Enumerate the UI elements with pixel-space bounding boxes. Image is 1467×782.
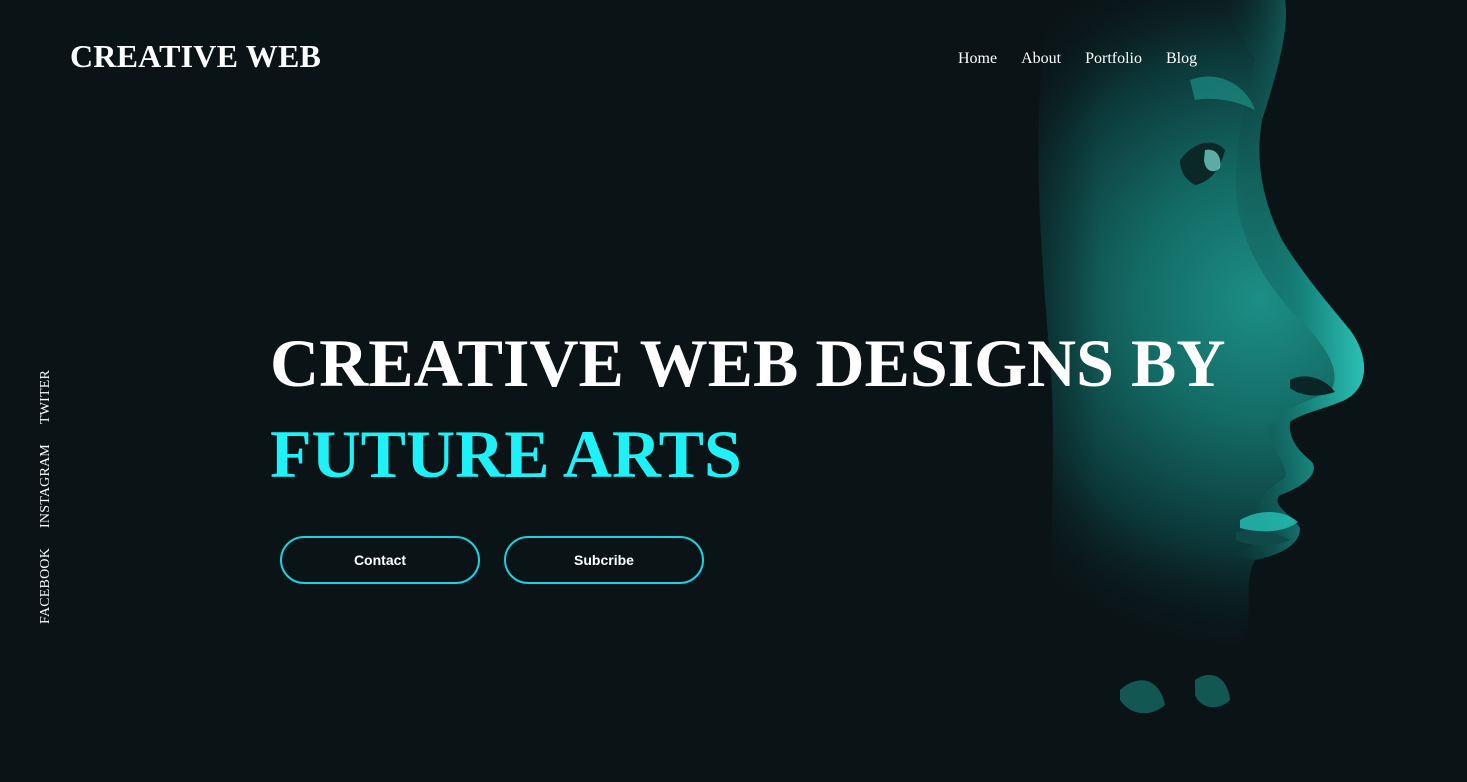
social-links: FACEBOOK INSTAGRAM TWITER xyxy=(34,370,58,624)
social-links-row: FACEBOOK INSTAGRAM TWITER xyxy=(34,370,58,624)
nav-item-portfolio[interactable]: Portfolio xyxy=(1073,47,1154,71)
hero-headline: CREATIVE WEB DESIGNS BY FUTURE ARTS xyxy=(270,318,1225,500)
social-link-instagram[interactable]: INSTAGRAM xyxy=(38,444,54,528)
hero-headline-line1: CREATIVE WEB DESIGNS BY xyxy=(270,325,1226,401)
nav-item-about[interactable]: About xyxy=(1009,47,1073,71)
social-link-facebook[interactable]: FACEBOOK xyxy=(38,548,54,624)
contact-button[interactable]: Contact xyxy=(280,536,480,584)
main-nav: Home About Portfolio Blog xyxy=(946,47,1209,71)
landing-page: CREATIVE WEB Home About Portfolio Blog F… xyxy=(0,0,1467,782)
hero-headline-accent: FUTURE ARTS xyxy=(270,416,742,492)
nav-item-home[interactable]: Home xyxy=(946,47,1009,71)
social-link-twitter[interactable]: TWITER xyxy=(38,370,54,424)
site-logo[interactable]: CREATIVE WEB xyxy=(70,38,321,75)
subscribe-button[interactable]: Subcribe xyxy=(504,536,704,584)
hero-cta-group: Contact Subcribe xyxy=(280,536,704,584)
nav-item-blog[interactable]: Blog xyxy=(1154,47,1209,71)
